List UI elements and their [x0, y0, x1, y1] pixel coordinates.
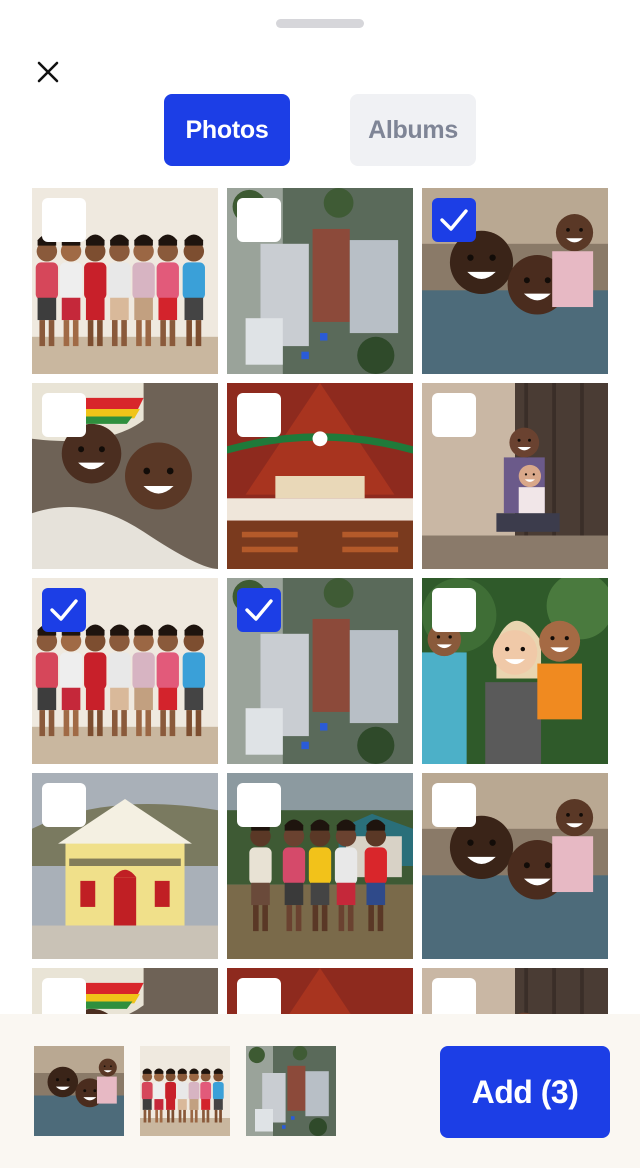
photo-checkbox[interactable]	[42, 783, 86, 827]
photo-tile[interactable]	[422, 968, 608, 1014]
photo-tile[interactable]	[227, 383, 413, 569]
add-button[interactable]: Add (3)	[440, 1046, 610, 1138]
photo-tile[interactable]	[32, 968, 218, 1014]
tab-albums[interactable]: Albums	[350, 94, 476, 166]
photo-checkbox[interactable]	[432, 783, 476, 827]
selected-thumbnail[interactable]	[140, 1046, 230, 1136]
photo-checkbox[interactable]	[237, 978, 281, 1014]
sheet-drag-handle[interactable]	[276, 19, 364, 28]
photo-tile[interactable]	[32, 773, 218, 959]
close-icon	[37, 61, 59, 83]
photo-tile[interactable]	[422, 188, 608, 374]
photo-tile[interactable]	[32, 188, 218, 374]
photo-tile[interactable]	[227, 968, 413, 1014]
photo-tile[interactable]	[227, 773, 413, 959]
photo-checkbox[interactable]	[432, 588, 476, 632]
photo-tile[interactable]	[422, 773, 608, 959]
photo-checkbox[interactable]	[432, 393, 476, 437]
checkmark-icon	[440, 209, 468, 231]
selection-bar: Add (3)	[0, 1014, 640, 1168]
photo-checkbox[interactable]	[42, 198, 86, 242]
checkmark-icon	[50, 599, 78, 621]
photo-checkbox[interactable]	[237, 783, 281, 827]
photo-checkbox[interactable]	[42, 393, 86, 437]
photo-checkbox[interactable]	[432, 978, 476, 1014]
photo-checkbox[interactable]	[237, 198, 281, 242]
selected-thumbnail[interactable]	[246, 1046, 336, 1136]
photo-tile[interactable]	[422, 578, 608, 764]
photo-tile[interactable]	[227, 578, 413, 764]
photo-grid	[32, 188, 608, 1014]
photo-checkbox-checked[interactable]	[42, 588, 86, 632]
photo-checkbox-checked[interactable]	[237, 588, 281, 632]
photo-checkbox[interactable]	[42, 978, 86, 1014]
photo-tile[interactable]	[32, 383, 218, 569]
photo-tile[interactable]	[32, 578, 218, 764]
close-button[interactable]	[30, 54, 66, 90]
tab-photos[interactable]: Photos	[164, 94, 290, 166]
selected-thumbnail[interactable]	[34, 1046, 124, 1136]
photo-tile[interactable]	[422, 383, 608, 569]
photo-checkbox[interactable]	[237, 393, 281, 437]
photo-checkbox-checked[interactable]	[432, 198, 476, 242]
checkmark-icon	[245, 599, 273, 621]
photo-tile[interactable]	[227, 188, 413, 374]
